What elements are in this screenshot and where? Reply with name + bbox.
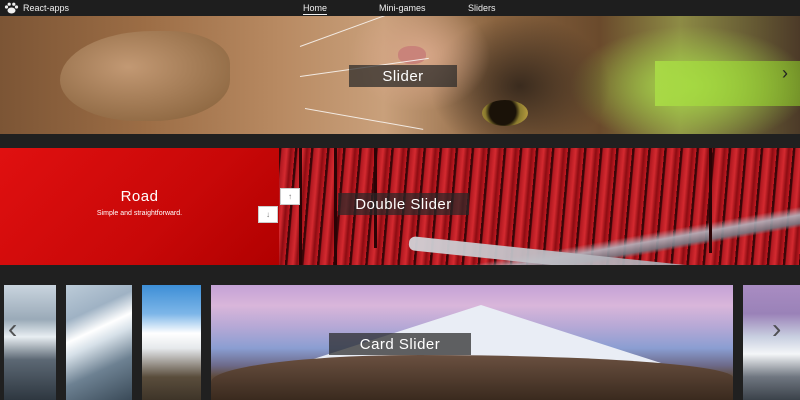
- card-mountain-3[interactable]: [142, 285, 201, 400]
- panel-title: Road: [120, 188, 159, 205]
- double-slider-section: Road Simple and straightforward. ↑ ↓ Dou…: [0, 148, 800, 265]
- arrow-down-icon[interactable]: ↓: [258, 206, 278, 223]
- chevron-right-icon[interactable]: ›: [782, 63, 788, 84]
- card-mountain-main[interactable]: [211, 285, 733, 400]
- cat-eye: [482, 100, 528, 126]
- card-mountain-2[interactable]: [66, 285, 132, 400]
- whisker: [304, 108, 424, 130]
- tree-trunk: [709, 148, 712, 253]
- tree-trunk: [299, 148, 302, 265]
- whisker: [299, 16, 413, 47]
- foreground-hill: [211, 355, 733, 400]
- navbar: React-apps Home Mini-games Sliders: [0, 0, 800, 16]
- slider-section[interactable]: Slider ›: [0, 16, 800, 134]
- slider-title: Slider: [349, 65, 457, 87]
- double-slider-title: Double Slider: [338, 193, 469, 215]
- paw-icon: [4, 2, 19, 14]
- nav-link-mini-games[interactable]: Mini-games: [379, 3, 426, 13]
- brand[interactable]: React-apps: [4, 2, 69, 14]
- background-foliage: [655, 61, 800, 106]
- nav-link-home[interactable]: Home: [303, 3, 328, 15]
- tree-trunk: [334, 148, 337, 265]
- card-slider-section: ‹ › Card Slider: [0, 285, 800, 400]
- nav-link-sliders[interactable]: Sliders: [468, 3, 496, 13]
- road: [408, 236, 800, 265]
- panel-subtitle: Simple and straightforward.: [96, 210, 183, 217]
- arrow-up-icon[interactable]: ↑: [280, 188, 300, 205]
- cat-paw-image: [60, 31, 230, 121]
- road-panel: Road Simple and straightforward.: [0, 148, 279, 265]
- brand-name: React-apps: [23, 3, 70, 13]
- chevron-left-icon[interactable]: ‹: [8, 313, 17, 345]
- chevron-right-icon[interactable]: ›: [772, 313, 781, 345]
- card-slider-title: Card Slider: [329, 333, 471, 355]
